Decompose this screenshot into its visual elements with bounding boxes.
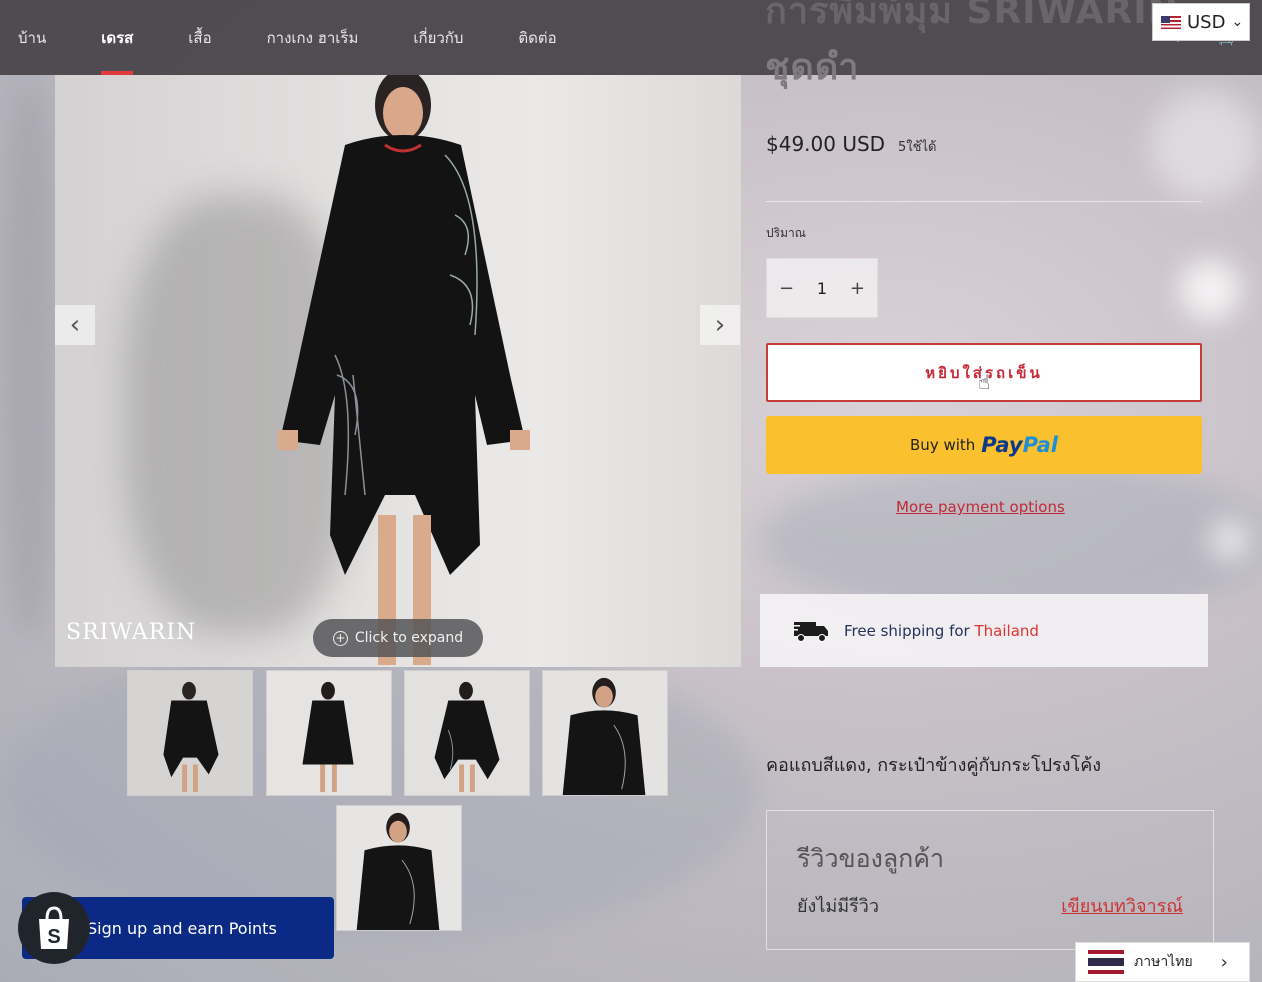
nav-item-harem-pants[interactable]: กางเกง ฮาเร็ม bbox=[267, 26, 359, 50]
prev-image-arrow-icon[interactable]: ‹ bbox=[55, 305, 95, 345]
product-title-line1: การพิมพ์มุม SRIWARIN bbox=[765, 0, 1179, 32]
product-price: $49.00 USD bbox=[766, 132, 886, 156]
nav-item-dresses[interactable]: เดรส bbox=[101, 26, 134, 75]
language-selector[interactable]: ภาษาไทย › bbox=[1075, 942, 1250, 982]
bg-light-blob bbox=[1210, 520, 1250, 560]
paypal-button[interactable]: Buy with PayPal bbox=[766, 416, 1202, 474]
buy-with-label: Buy with bbox=[910, 436, 976, 454]
thumbnail-3[interactable] bbox=[404, 670, 530, 796]
product-title-line2: ชุดดำ bbox=[765, 47, 860, 88]
quantity-label: ปริมาณ bbox=[766, 226, 806, 240]
truck-icon bbox=[792, 621, 828, 642]
currency-value: USD bbox=[1187, 11, 1226, 33]
chevron-right-icon: › bbox=[1220, 951, 1228, 973]
divider bbox=[766, 201, 1202, 202]
customer-reviews: รีวิวของลูกค้า ยังไม่มีรีวิว เขียนบทวิจา… bbox=[766, 810, 1214, 950]
brand-logo-watermark: SRIWARIN bbox=[66, 620, 197, 645]
nav-item-home[interactable]: บ้าน bbox=[18, 26, 46, 50]
shipping-text: Free shipping for bbox=[844, 621, 970, 640]
stock-availability: 5ใช้ได้ bbox=[898, 140, 937, 155]
svg-text:S: S bbox=[47, 926, 60, 948]
plus-button[interactable]: + bbox=[850, 278, 865, 299]
product-main-image[interactable] bbox=[55, 75, 741, 667]
model-figure bbox=[278, 75, 530, 665]
currency-selector[interactable]: USD ⌄ bbox=[1152, 3, 1250, 41]
language-label: ภาษาไทย bbox=[1134, 954, 1193, 970]
write-review-link[interactable]: เขียนบทวิจารณ์ bbox=[1061, 891, 1183, 920]
bg-light-blob bbox=[1180, 260, 1240, 320]
quantity-stepper: − 1 + bbox=[766, 258, 878, 318]
thumbnail-4[interactable] bbox=[542, 670, 668, 796]
hand-cursor-icon: ☝ bbox=[978, 370, 991, 394]
more-payment-options-link[interactable]: More payment options bbox=[896, 498, 1065, 516]
shopify-bag-icon[interactable]: S bbox=[18, 892, 90, 964]
us-flag-icon bbox=[1161, 15, 1181, 29]
bg-light-blob bbox=[1150, 90, 1260, 200]
reviews-title: รีวิวของลูกค้า bbox=[797, 844, 945, 873]
paypal-logo-icon: PayPal bbox=[981, 433, 1058, 457]
plus-icon: + bbox=[332, 630, 348, 646]
thumbnail-5[interactable] bbox=[336, 805, 462, 931]
nav-item-shirts[interactable]: เสื้อ bbox=[188, 26, 211, 50]
thumbnail-2[interactable] bbox=[266, 670, 392, 796]
product-description: คอแถบสีแดง, กระเป๋าข้างคู่กับกระโปรงโค้ง bbox=[766, 755, 1102, 776]
signup-label: Sign up and earn Points bbox=[87, 918, 277, 938]
shipping-banner: Free shipping for Thailand bbox=[760, 594, 1208, 667]
bg-blob bbox=[0, 80, 60, 640]
shipping-country: Thailand bbox=[974, 621, 1039, 640]
thai-flag-icon bbox=[1088, 950, 1124, 974]
reviews-empty-text: ยังไม่มีรีวิว bbox=[797, 896, 880, 917]
minus-button[interactable]: − bbox=[779, 278, 794, 299]
click-to-expand-button[interactable]: + Click to expand bbox=[313, 619, 483, 657]
quantity-value[interactable]: 1 bbox=[817, 279, 827, 298]
chevron-down-icon: ⌄ bbox=[1231, 14, 1244, 30]
thumbnail-1[interactable] bbox=[127, 670, 253, 796]
expand-label: Click to expand bbox=[354, 630, 464, 646]
nav-item-about[interactable]: เกี่ยวกับ bbox=[413, 26, 463, 50]
next-image-arrow-icon[interactable]: › bbox=[700, 305, 740, 345]
nav-item-contact[interactable]: ติดต่อ bbox=[518, 26, 556, 50]
product-title: การพิมพ์มุม SRIWARIN ชุดดำ bbox=[765, 0, 1205, 96]
